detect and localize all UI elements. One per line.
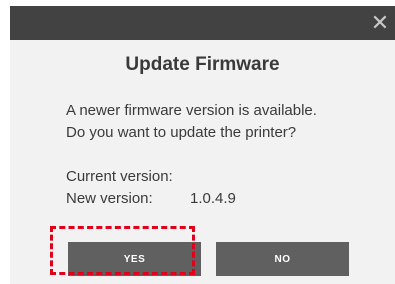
firmware-update-dialog: ✕ Update Firmware A newer firmware versi… — [10, 6, 395, 284]
no-button[interactable]: NO — [216, 242, 349, 276]
current-version-row: Current version: — [66, 166, 236, 188]
dialog-title: Update Firmware — [125, 54, 280, 75]
new-version-row: New version: 1.0.4.9 — [66, 188, 236, 210]
close-icon[interactable]: ✕ — [365, 6, 395, 40]
yes-button[interactable]: YES — [68, 242, 201, 276]
version-info: Current version: New version: 1.0.4.9 — [66, 166, 236, 210]
current-version-label: Current version: — [66, 168, 173, 185]
message-line-2: Do you want to update the printer? — [66, 124, 297, 141]
new-version-label: New version: — [66, 190, 153, 207]
dialog-titlebar: ✕ — [10, 6, 395, 40]
message-line-1: A newer firmware version is available. — [66, 102, 317, 119]
dialog-message: A newer firmware version is available. D… — [66, 100, 317, 144]
new-version-value: 1.0.4.9 — [190, 190, 236, 207]
